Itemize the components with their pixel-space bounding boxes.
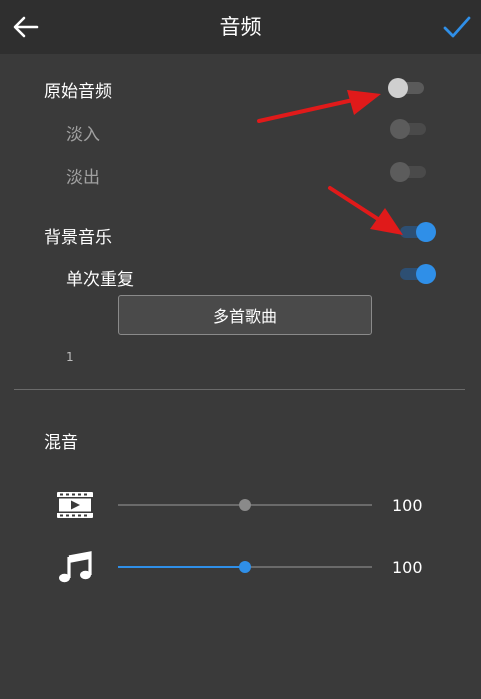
toggle-knob — [416, 264, 436, 284]
annotation-arrow-icon — [328, 186, 403, 235]
slider-fill — [118, 504, 245, 506]
music-note-icon — [59, 551, 92, 583]
background-music-label: 背景音乐 — [44, 228, 112, 248]
toggle-knob — [388, 78, 408, 98]
music-volume-value: 100 — [392, 558, 423, 577]
background-music-toggle[interactable] — [396, 220, 436, 244]
multi-song-button[interactable]: 多首歌曲 — [118, 295, 372, 335]
toggle-knob — [416, 222, 436, 242]
fade-in-label: 淡入 — [66, 125, 100, 145]
original-audio-toggle[interactable] — [388, 76, 428, 100]
slider-thumb[interactable] — [239, 499, 251, 511]
original-audio-label: 原始音频 — [44, 82, 112, 102]
repeat-once-label: 单次重复 — [66, 270, 134, 290]
music-volume-slider[interactable] — [118, 557, 372, 577]
confirm-button[interactable] — [439, 9, 475, 45]
fade-out-label: 淡出 — [66, 168, 100, 188]
video-volume-slider[interactable] — [118, 495, 372, 515]
repeat-once-toggle[interactable] — [396, 262, 436, 286]
fade-out-toggle[interactable] — [390, 160, 430, 184]
mix-label: 混音 — [44, 433, 78, 453]
toggle-knob — [390, 162, 410, 182]
slider-thumb[interactable] — [239, 561, 251, 573]
video-film-icon — [57, 492, 93, 518]
section-divider — [14, 389, 465, 390]
video-volume-value: 100 — [392, 496, 423, 515]
annotation-arrow-icon — [257, 90, 381, 123]
track-count: 1 — [66, 350, 74, 364]
toggle-knob — [390, 119, 410, 139]
slider-fill — [118, 566, 245, 568]
page-title: 音频 — [219, 15, 262, 39]
checkmark-icon — [443, 16, 471, 38]
fade-in-toggle[interactable] — [390, 117, 430, 141]
